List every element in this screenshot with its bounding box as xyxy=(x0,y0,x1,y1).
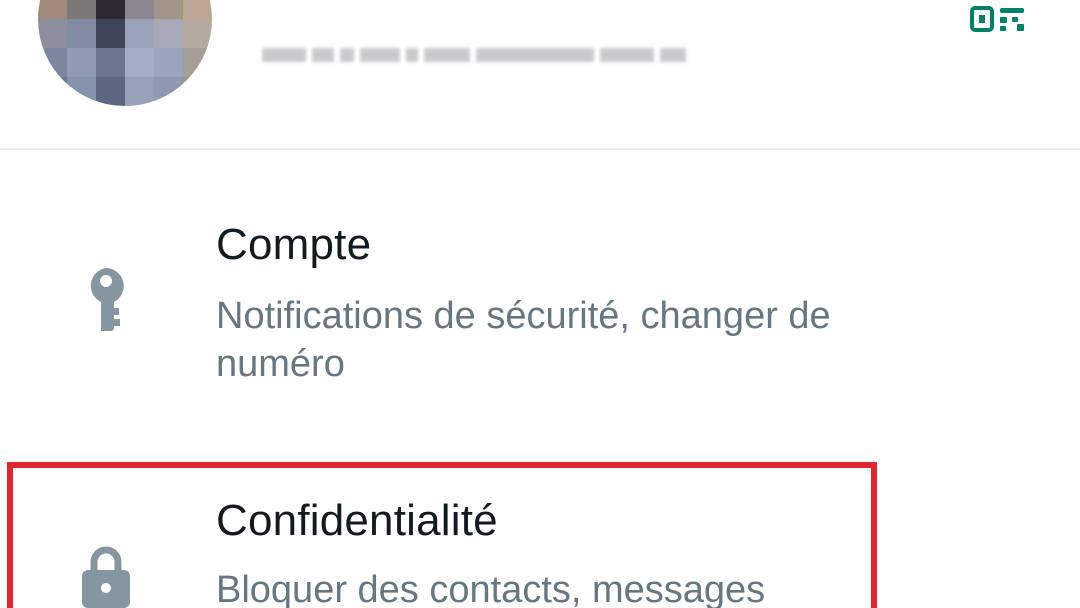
redacted-text xyxy=(340,48,354,62)
settings-screen: Compte Notifications de sécurité, change… xyxy=(0,0,1080,608)
redacted-text xyxy=(424,48,470,62)
redacted-text xyxy=(262,48,306,62)
lock-icon xyxy=(82,546,130,608)
settings-item-account[interactable]: Compte Notifications de sécurité, change… xyxy=(0,200,1080,410)
item-subtitle: Bloquer des contacts, messages xyxy=(216,569,766,608)
redacted-text xyxy=(360,48,400,62)
avatar-image xyxy=(38,0,212,106)
qr-code-button[interactable] xyxy=(966,2,1032,38)
item-title: Compte xyxy=(216,220,372,269)
settings-item-privacy[interactable]: Confidentialité Bloquer des contacts, me… xyxy=(0,470,1080,608)
redacted-text xyxy=(476,48,594,62)
item-icon-container xyxy=(78,542,134,608)
redacted-text xyxy=(406,48,418,62)
redacted-text xyxy=(660,48,686,62)
redacted-text xyxy=(600,48,654,62)
profile-name-redacted[interactable] xyxy=(262,33,686,77)
item-icon-container xyxy=(78,266,134,334)
profile-header[interactable] xyxy=(0,0,1080,150)
redacted-text xyxy=(312,48,334,62)
avatar[interactable] xyxy=(38,0,212,106)
item-title: Confidentialité xyxy=(216,496,498,545)
item-subtitle: Notifications de sécurité, changer de nu… xyxy=(216,295,831,385)
key-icon xyxy=(90,268,124,331)
qr-code-icon xyxy=(970,6,1024,32)
